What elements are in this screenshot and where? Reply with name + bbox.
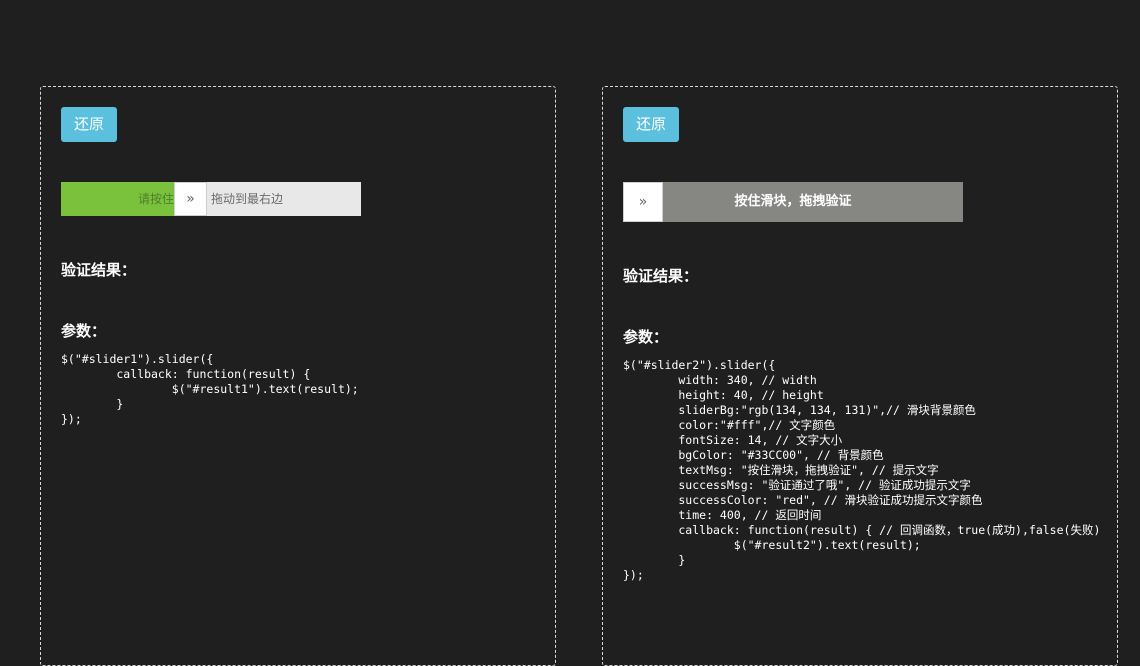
slider-hint-text: 按住滑块，拖拽验证 (734, 194, 852, 209)
slider-handle[interactable]: » (623, 182, 663, 222)
demo-panel-1: 还原 请按住 » 拖动到最右边 验证结果： 参数： $("#slider1").… (40, 86, 556, 666)
result-label: 验证结果： (61, 261, 137, 279)
slider-hint-text: 拖动到最右边 (211, 192, 284, 206)
slider-handle[interactable]: » (174, 182, 207, 216)
double-chevron-right-icon: » (638, 194, 648, 210)
demo-panel-2: 还原 » 按住滑块，拖拽验证 验证结果： 参数： $("#slider2").s… (602, 86, 1118, 666)
slider-passed-text: 请按住 (137, 192, 174, 206)
slider-verify-2[interactable]: » 按住滑块，拖拽验证 (623, 182, 963, 222)
reset-button[interactable]: 还原 (61, 107, 117, 142)
reset-button[interactable]: 还原 (623, 107, 679, 142)
params-label: 参数： (61, 322, 107, 340)
double-chevron-right-icon: » (186, 191, 195, 207)
code-snippet: $("#slider2").slider({ width: 340, // wi… (623, 358, 1101, 582)
code-snippet: $("#slider1").slider({ callback: functio… (61, 352, 359, 426)
result-label: 验证结果： (623, 267, 699, 285)
params-label: 参数： (623, 328, 669, 346)
slider-verify-1[interactable]: 请按住 » 拖动到最右边 (61, 182, 361, 216)
